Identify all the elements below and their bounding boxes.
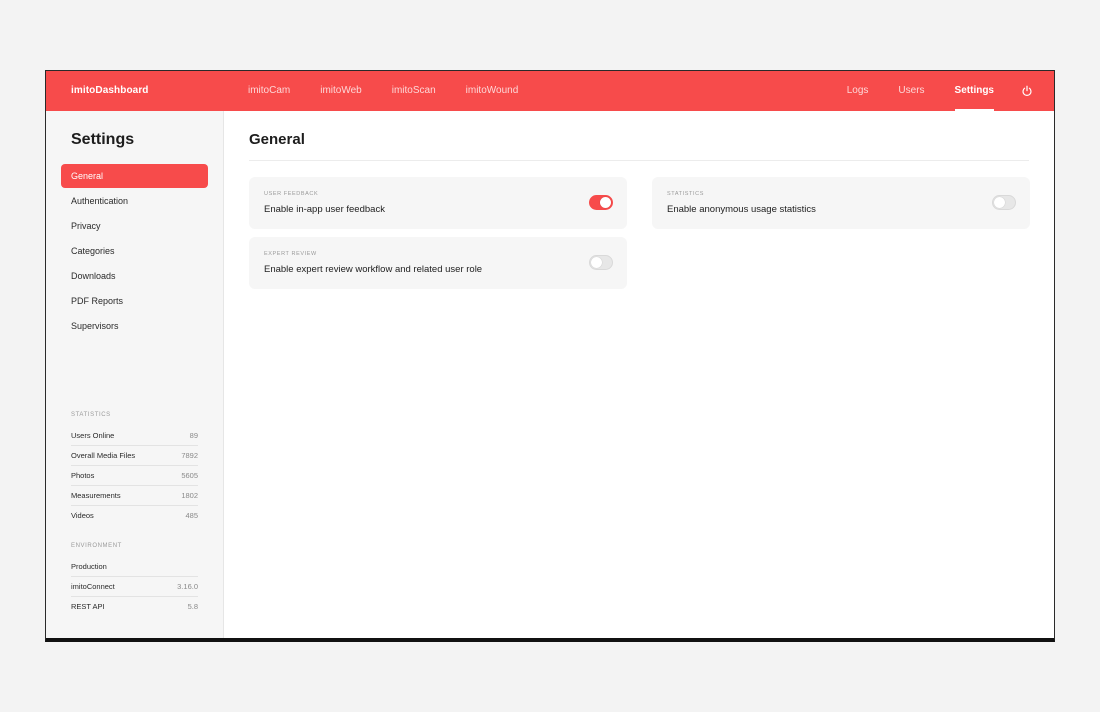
stat-value: 485 bbox=[185, 511, 198, 520]
nav-settings[interactable]: Settings bbox=[954, 71, 995, 111]
stat-row-photos: Photos 5605 bbox=[71, 466, 198, 486]
statistics-toggle[interactable] bbox=[992, 195, 1016, 210]
setting-label: STATISTICS bbox=[667, 191, 704, 197]
sidebar-item-supervisors[interactable]: Supervisors bbox=[61, 314, 208, 338]
expert-review-toggle[interactable] bbox=[589, 255, 613, 270]
stat-value: 89 bbox=[189, 431, 198, 440]
settings-sidebar: Settings General Authentication Privacy … bbox=[46, 111, 224, 638]
app-switcher: imitoCam imitoWeb imitoScan imitoWound bbox=[248, 71, 548, 111]
statistics-section-label: STATISTICS bbox=[71, 412, 111, 418]
user-feedback-toggle[interactable] bbox=[589, 195, 613, 210]
env-label: imitoConnect bbox=[71, 582, 115, 591]
setting-card-expert-review: EXPERT REVIEW Enable expert review workf… bbox=[249, 237, 627, 289]
app-link-imitowound[interactable]: imitoWound bbox=[466, 71, 519, 111]
settings-menu: General Authentication Privacy Categorie… bbox=[61, 164, 208, 339]
sidebar-item-authentication[interactable]: Authentication bbox=[61, 189, 208, 213]
nav-logs[interactable]: Logs bbox=[847, 71, 869, 111]
page-title: General bbox=[249, 131, 305, 148]
app-window: imitoDashboard imitoCam imitoWeb imitoSc… bbox=[45, 70, 1055, 642]
sidebar-item-pdf-reports[interactable]: PDF Reports bbox=[61, 289, 208, 313]
toggle-knob bbox=[591, 257, 602, 268]
stat-row-overall-media-files: Overall Media Files 7892 bbox=[71, 446, 198, 466]
brand-logo[interactable]: imitoDashboard bbox=[71, 71, 149, 111]
toggle-knob bbox=[994, 197, 1005, 208]
sidebar-item-categories[interactable]: Categories bbox=[61, 239, 208, 263]
setting-description: Enable expert review workflow and relate… bbox=[264, 264, 483, 275]
top-navigation-bar: imitoDashboard imitoCam imitoWeb imitoSc… bbox=[46, 71, 1054, 111]
nav-users[interactable]: Users bbox=[898, 71, 924, 111]
stat-label: Photos bbox=[71, 471, 95, 480]
app-link-imitoweb[interactable]: imitoWeb bbox=[320, 71, 362, 111]
setting-description: Enable in-app user feedback bbox=[264, 204, 385, 215]
stat-row-videos: Videos 485 bbox=[71, 506, 198, 526]
app-link-imitocam[interactable]: imitoCam bbox=[248, 71, 290, 111]
sidebar-item-general[interactable]: General bbox=[61, 164, 208, 188]
setting-description: Enable anonymous usage statistics bbox=[667, 204, 816, 215]
stat-row-users-online: Users Online 89 bbox=[71, 426, 198, 446]
sidebar-title: Settings bbox=[71, 131, 135, 148]
app-link-imitoscan[interactable]: imitoScan bbox=[392, 71, 436, 111]
main-nav: Logs Users Settings bbox=[847, 71, 1034, 111]
stat-label: Videos bbox=[71, 511, 94, 520]
statistics-list: Users Online 89 Overall Media Files 7892… bbox=[71, 426, 198, 526]
setting-card-statistics: STATISTICS Enable anonymous usage statis… bbox=[652, 177, 1030, 229]
setting-label: EXPERT REVIEW bbox=[264, 251, 317, 257]
power-icon[interactable] bbox=[1020, 71, 1034, 111]
env-value: 5.8 bbox=[187, 602, 198, 611]
stat-value: 5605 bbox=[181, 471, 198, 480]
environment-list: Production imitoConnect 3.16.0 REST API … bbox=[71, 557, 198, 617]
stat-row-measurements: Measurements 1802 bbox=[71, 486, 198, 506]
stat-label: Users Online bbox=[71, 431, 115, 440]
setting-card-user-feedback: USER FEEDBACK Enable in-app user feedbac… bbox=[249, 177, 627, 229]
environment-section-label: ENVIRONMENT bbox=[71, 543, 122, 549]
env-label: Production bbox=[71, 562, 107, 571]
sidebar-item-downloads[interactable]: Downloads bbox=[61, 264, 208, 288]
env-row-imitoconnect: imitoConnect 3.16.0 bbox=[71, 577, 198, 597]
stat-label: Overall Media Files bbox=[71, 451, 136, 460]
stat-value: 1802 bbox=[181, 491, 198, 500]
stat-value: 7892 bbox=[181, 451, 198, 460]
env-label: REST API bbox=[71, 602, 105, 611]
env-row-production: Production bbox=[71, 557, 198, 577]
sidebar-item-privacy[interactable]: Privacy bbox=[61, 214, 208, 238]
title-divider bbox=[249, 160, 1029, 161]
setting-label: USER FEEDBACK bbox=[264, 191, 319, 197]
toggle-knob bbox=[600, 197, 611, 208]
env-value: 3.16.0 bbox=[177, 582, 198, 591]
main-content: General USER FEEDBACK Enable in-app user… bbox=[224, 111, 1054, 638]
stat-label: Measurements bbox=[71, 491, 121, 500]
env-row-rest-api: REST API 5.8 bbox=[71, 597, 198, 617]
